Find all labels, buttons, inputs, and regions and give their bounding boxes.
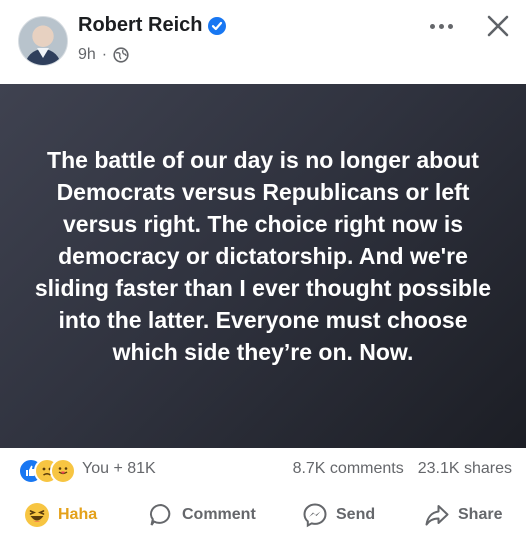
author-avatar[interactable] (18, 16, 68, 66)
messenger-icon (303, 503, 327, 528)
more-options-button[interactable] (424, 14, 458, 38)
close-icon (487, 15, 509, 37)
comment-label: Comment (182, 506, 256, 523)
reaction-icons[interactable] (18, 456, 78, 484)
shares-count[interactable]: 23.1K shares (418, 460, 512, 478)
care-reaction-icon (50, 458, 76, 484)
send-button[interactable]: Send (302, 502, 375, 528)
comment-button[interactable]: Comment (148, 502, 256, 528)
haha-label: Haha (58, 506, 98, 523)
share-arrow-icon (425, 505, 449, 526)
comments-count[interactable]: 8.7K comments (293, 460, 404, 478)
post-text-card[interactable]: The battle of our day is no longer about… (0, 84, 526, 448)
more-dots-icon (429, 23, 435, 29)
globe-icon (113, 47, 129, 63)
engagement-counts: 8.7K comments 23.1K shares (293, 460, 512, 478)
post-meta: 9h · (78, 46, 129, 64)
verified-badge-icon (208, 16, 227, 35)
author-name-row: Robert Reich (78, 14, 227, 37)
post-quote-text: The battle of our day is no longer about… (34, 147, 492, 365)
share-label: Share (458, 506, 503, 523)
send-label: Send (336, 506, 376, 523)
reactions-count[interactable]: You + 81K (82, 460, 156, 478)
more-dots-icon (447, 23, 453, 29)
comment-icon (150, 503, 171, 526)
haha-reaction-button[interactable]: Haha (24, 502, 97, 528)
post-stats-bar: You + 81K 8.7K comments 23.1K shares (0, 452, 526, 484)
post-header: Robert Reich 9h · (0, 0, 526, 84)
share-button[interactable]: Share (424, 502, 502, 528)
meta-separator: · (101, 46, 108, 63)
haha-emoji-icon (25, 503, 49, 527)
post-time[interactable]: 9h (78, 46, 96, 64)
close-button[interactable] (484, 12, 512, 40)
post-actions-bar: Haha Comment Send Share (0, 498, 526, 534)
author-name[interactable]: Robert Reich (78, 14, 202, 37)
more-dots-icon (438, 23, 444, 29)
